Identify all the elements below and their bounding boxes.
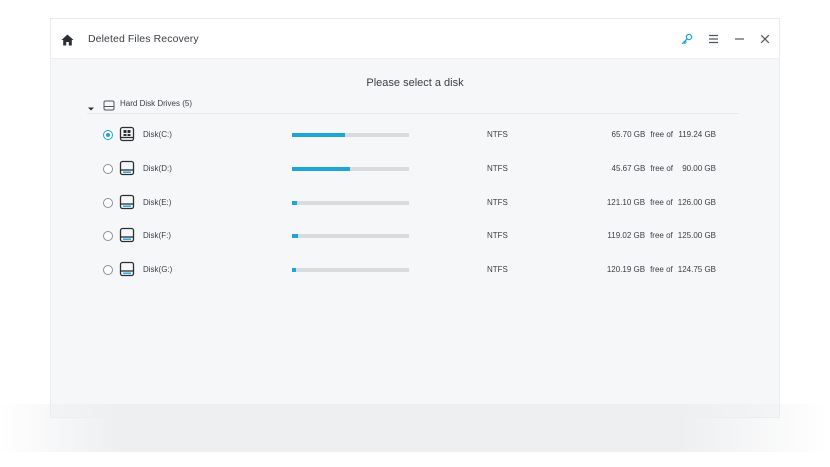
disk-filesystem: NTFS <box>487 265 508 274</box>
disk-radio[interactable] <box>103 197 113 208</box>
disk-usage-bar <box>292 166 409 171</box>
disk-space-info: 119.02 GB free of 125.00 GB <box>607 231 716 240</box>
disk-filesystem: NTFS <box>487 197 508 207</box>
disk-row[interactable]: Disk(F:) NTFS 119.02 GB free of 125.00 GB <box>101 226 731 246</box>
disk-name: Disk(F:) <box>143 231 171 241</box>
disk-name: Disk(E:) <box>143 197 172 207</box>
hard-drive-icon <box>103 98 115 111</box>
free-of-label: free of <box>650 130 673 139</box>
chevron-down-icon[interactable] <box>87 100 95 111</box>
disk-usage-fill <box>292 133 345 137</box>
title-bar: Deleted Files Recovery <box>51 19 779 59</box>
disk-radio[interactable] <box>103 130 113 140</box>
disk-name: Disk(G:) <box>143 265 173 274</box>
app-title: Deleted Files Recovery <box>88 33 199 45</box>
disk-total-space: 124.75 GB <box>677 265 716 274</box>
disk-name: Disk(D:) <box>143 163 172 173</box>
disk-group-header[interactable]: Hard Disk Drives (5) <box>87 97 739 114</box>
disk-free-space: 65.70 GB <box>611 130 646 139</box>
disk-radio[interactable] <box>103 265 113 275</box>
disk-row[interactable]: Disk(D:) NTFS 45.67 GB free of 90.00 GB <box>101 159 731 179</box>
disk-space-info: 65.70 GB free of 119.24 GB <box>612 130 717 139</box>
key-icon[interactable] <box>679 31 695 47</box>
disk-total-space: 126.00 GB <box>677 197 716 207</box>
disk-usage-fill <box>292 200 297 205</box>
drive-icon <box>119 261 135 277</box>
disk-usage-bar <box>292 200 409 205</box>
disk-usage-bar <box>292 133 409 137</box>
drive-icon <box>119 160 135 176</box>
disk-row[interactable]: Disk(C:) NTFS 65.70 GB free of 119.24 GB <box>101 125 731 145</box>
close-icon[interactable] <box>757 31 773 47</box>
free-of-label: free of <box>650 231 673 241</box>
taskbar-shadow <box>0 404 830 452</box>
disk-space-info: 45.67 GB free of 90.00 GB <box>612 164 717 173</box>
free-of-label: free of <box>650 265 673 274</box>
disk-free-space: 119.02 GB <box>607 231 646 241</box>
system-drive-icon <box>119 126 135 142</box>
drive-icon <box>119 227 135 243</box>
disk-space-info: 121.10 GB free of 126.00 GB <box>607 198 716 207</box>
disk-row[interactable]: Disk(E:) NTFS 121.10 GB free of 126.00 GB <box>101 193 731 213</box>
disk-group-label: Hard Disk Drives (5) <box>120 99 193 108</box>
disk-filesystem: NTFS <box>487 130 508 139</box>
disk-free-space: 45.67 GB <box>611 163 646 173</box>
disk-total-space: 125.00 GB <box>677 231 716 241</box>
disk-usage-fill <box>292 268 297 272</box>
free-of-label: free of <box>650 197 673 207</box>
disk-usage-fill <box>292 166 350 171</box>
disk-filesystem: NTFS <box>487 231 508 241</box>
home-icon[interactable] <box>61 33 74 46</box>
disk-usage-fill <box>292 234 298 239</box>
disk-radio[interactable] <box>103 163 113 174</box>
page-heading: Please select a disk <box>366 77 464 89</box>
disk-name: Disk(C:) <box>143 130 172 139</box>
menu-icon[interactable] <box>705 31 721 47</box>
free-of-label: free of <box>650 163 673 173</box>
disk-filesystem: NTFS <box>487 163 508 173</box>
disk-total-space: 119.24 GB <box>678 130 716 139</box>
disk-total-space: 90.00 GB <box>682 163 716 173</box>
app-window: Deleted Files Recovery Please select a d… <box>50 18 780 418</box>
disk-space-info: 120.19 GB free of 124.75 GB <box>607 265 716 274</box>
disk-free-space: 121.10 GB <box>606 197 646 207</box>
disk-usage-bar <box>292 234 409 239</box>
disk-row[interactable]: Disk(G:) NTFS 120.19 GB free of 124.75 GB <box>101 260 731 280</box>
disk-free-space: 120.19 GB <box>606 265 646 274</box>
minimize-icon[interactable] <box>731 31 747 47</box>
disk-radio[interactable] <box>103 231 113 242</box>
disk-usage-bar <box>292 268 409 272</box>
drive-icon <box>119 194 135 210</box>
